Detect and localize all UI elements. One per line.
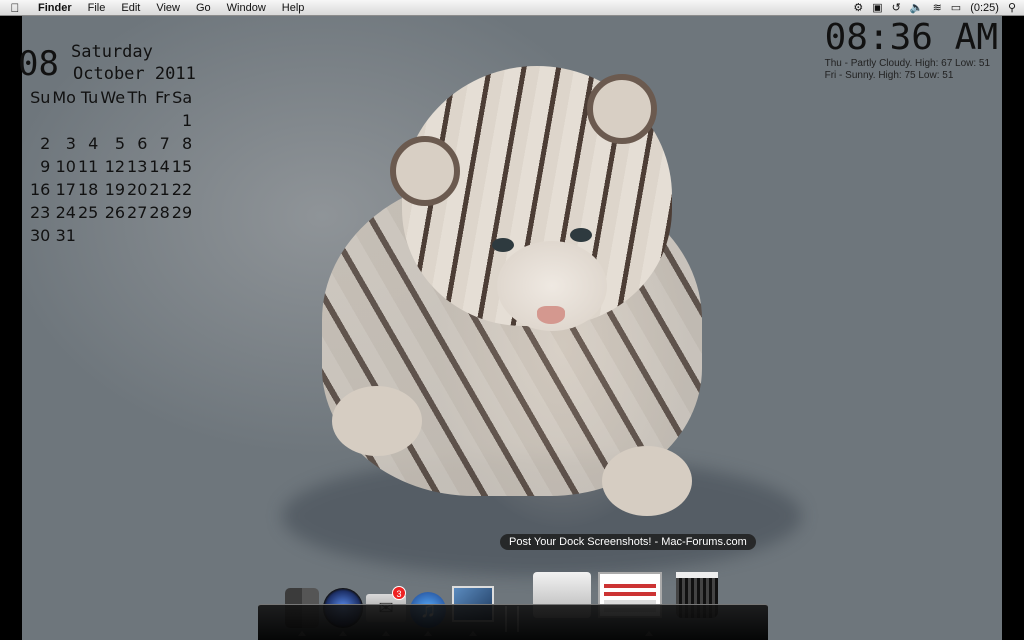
spotlight-search-icon[interactable]: ⚲ — [1008, 0, 1016, 16]
tiger-cub-nose — [537, 306, 565, 324]
calendar-date-cell: 8 — [181, 134, 193, 153]
menu-window[interactable]: Window — [219, 0, 274, 16]
calendar-header-row: Su Mo Tu We Th Fr Sa — [30, 86, 194, 109]
tiger-cub-right-paw — [602, 446, 692, 516]
tiger-cub-left-ear — [390, 136, 460, 206]
calendar-date-cell: 14 — [149, 157, 170, 176]
calendar-date-cell: 3 — [65, 134, 76, 153]
dock — [258, 604, 768, 640]
calendar-week-row: 2 3 4 5 6 7 8 — [30, 132, 194, 155]
calendar-header-cell: Mo — [52, 88, 76, 107]
calendar-date-cell: 7 — [159, 134, 170, 153]
calendar-week-row: 16 17 18 19 20 21 22 — [30, 178, 194, 201]
calendar-header-cell: Sa — [172, 88, 193, 107]
mail-badge: 3 — [392, 586, 406, 600]
tiger-cub-right-eye — [570, 228, 592, 242]
calendar-week-row: 9 10 11 12 13 14 15 — [30, 155, 194, 178]
display-icon[interactable]: ▣ — [872, 0, 882, 16]
calendar-header-cell: We — [100, 88, 126, 107]
calendar-date-cell — [100, 109, 127, 132]
calendar-day-number: 08 — [18, 44, 59, 84]
tiger-cub-left-eye — [492, 238, 514, 252]
calendar-weekday: Saturday — [71, 42, 153, 62]
forecast-line: Fri - Sunny. High: 75 Low: 51 — [824, 70, 954, 81]
calendar-date-cell — [78, 109, 100, 132]
calendar-date-cell: 23 — [30, 203, 51, 222]
calendar-month-year: October 2011 — [73, 64, 196, 84]
screen-capture-icon[interactable]: ⚙ — [853, 0, 863, 16]
calendar-date-cell: 31 — [55, 226, 76, 245]
apple-menu-icon[interactable]:  — [0, 1, 30, 15]
calendar-grid: Su Mo Tu We Th Fr Sa 1 2 3 4 5 6 7 8 9 1… — [30, 86, 194, 247]
calendar-week-row: 30 31 — [30, 224, 194, 247]
tiger-cub-right-ear — [587, 74, 657, 144]
calendar-date-cell: 21 — [149, 180, 170, 199]
menu-finder[interactable]: Finder — [30, 0, 80, 16]
calendar-date-cell: 27 — [127, 203, 148, 222]
status-area: ⚙ ▣ ↺ 🔈 ≋ ▭ (0:25) ⚲ — [853, 0, 1024, 16]
menu-file[interactable]: File — [80, 0, 114, 16]
calendar-date-cell — [149, 109, 171, 132]
calendar-date-cell: 2 — [40, 134, 51, 153]
calendar-date-cell: 18 — [77, 180, 99, 199]
calendar-header-cell: Tu — [80, 88, 99, 107]
calendar-header-cell: Fr — [155, 88, 170, 107]
wifi-icon[interactable]: ≋ — [933, 0, 942, 16]
menu-bar:  Finder File Edit View Go Window Help ⚙… — [0, 0, 1024, 16]
calendar-date-cell: 9 — [40, 157, 51, 176]
clock-widget: 08:36 AM Thu - Partly Cloudy. High: 67 L… — [825, 18, 998, 82]
calendar-date-cell: 11 — [77, 157, 99, 176]
menu-help[interactable]: Help — [274, 0, 313, 16]
calendar-date-cell: 5 — [114, 134, 126, 153]
calendar-date-cell — [149, 224, 171, 247]
calendar-date-cell: 15 — [171, 157, 193, 176]
calendar-date-cell: 1 — [181, 111, 193, 130]
volume-icon[interactable]: 🔈 — [910, 0, 924, 16]
calendar-date-cell: 4 — [88, 134, 99, 153]
calendar-date-cell: 13 — [127, 157, 148, 176]
calendar-date-cell — [78, 224, 100, 247]
battery-time[interactable]: (0:25) — [970, 0, 999, 16]
calendar-date-cell: 20 — [127, 180, 148, 199]
calendar-date-cell — [127, 109, 149, 132]
menu-edit[interactable]: Edit — [113, 0, 148, 16]
forecast-line: Thu - Partly Cloudy. High: 67 Low: 51 — [824, 58, 991, 69]
time-machine-icon[interactable]: ↺ — [892, 0, 901, 16]
dock-tooltip: Post Your Dock Screenshots! - Mac-Forums… — [500, 534, 756, 550]
battery-icon[interactable]: ▭ — [951, 0, 961, 16]
calendar-date-cell — [52, 109, 78, 132]
calendar-date-cell: 30 — [30, 226, 51, 245]
calendar-date-cell: 19 — [104, 180, 126, 199]
calendar-date-cell: 10 — [55, 157, 76, 176]
calendar-date-cell: 28 — [149, 203, 170, 222]
calendar-date-cell: 17 — [55, 180, 76, 199]
calendar-date-cell: 16 — [30, 180, 51, 199]
calendar-week-row: 1 — [30, 109, 194, 132]
calendar-date-cell — [30, 109, 52, 132]
calendar-date-cell: 26 — [104, 203, 126, 222]
calendar-date-cell: 29 — [171, 203, 193, 222]
menu-go[interactable]: Go — [188, 0, 219, 16]
calendar-date-cell: 25 — [77, 203, 99, 222]
calendar-date-cell — [127, 224, 149, 247]
calendar-date-cell — [172, 224, 194, 247]
calendar-header-cell: Th — [127, 88, 148, 107]
calendar-date-cell: 6 — [137, 134, 148, 153]
tiger-cub-left-paw — [332, 386, 422, 456]
calendar-date-cell: 22 — [171, 180, 193, 199]
calendar-date-cell: 24 — [55, 203, 76, 222]
calendar-week-row: 23 24 25 26 27 28 29 — [30, 201, 194, 224]
calendar-header-cell: Su — [30, 88, 51, 107]
calendar-date-cell: 12 — [104, 157, 126, 176]
clock-time: 08:36 AM — [824, 17, 998, 58]
calendar-date-cell — [100, 224, 127, 247]
menu-view[interactable]: View — [148, 0, 188, 16]
